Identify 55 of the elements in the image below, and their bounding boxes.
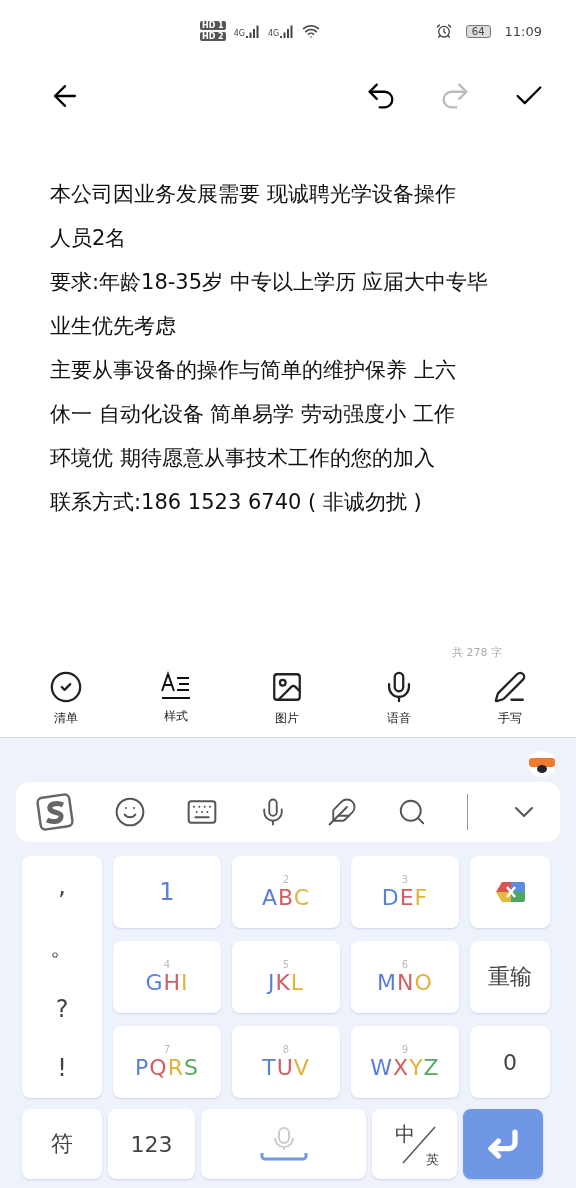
clock-time: 11:09	[504, 23, 542, 39]
note-text-line: 休一 自动化设备 简单易学 劳动强度小 工作	[50, 401, 456, 428]
note-text-line: 要求:年龄18-35岁 中专以上学历 应届大中专毕	[50, 269, 490, 296]
letter-key[interactable]: 5 JKL	[232, 941, 340, 1013]
sim-label: HD 2	[200, 32, 226, 41]
signal-icon	[246, 24, 260, 38]
image-icon	[270, 670, 304, 704]
text-style-icon	[160, 670, 193, 702]
note-text-line: 环境优 期待愿意从事技术工作的您的加入	[50, 445, 436, 472]
letter-key[interactable]: 7 PQRS	[113, 1026, 221, 1098]
letter-key[interactable]: 9 WXYZ	[351, 1026, 459, 1098]
alarm-icon	[435, 23, 452, 39]
punctuation-key[interactable]: ?	[55, 994, 69, 1023]
network-label: 4G	[268, 29, 280, 38]
punctuation-key[interactable]: 。	[50, 931, 74, 964]
note-tool-button[interactable]: 手写	[493, 670, 528, 727]
letter-key[interactable]: 8 TUV	[232, 1026, 340, 1098]
mascot-icon	[526, 748, 558, 778]
word-count: 共 278 字	[452, 645, 502, 660]
note-text-line: 业生优先考虑	[50, 313, 177, 340]
wifi-icon	[302, 22, 321, 40]
note-text-line: 人员2名	[50, 225, 128, 252]
note-tool-button[interactable]: 样式	[160, 670, 193, 727]
checklist-icon	[48, 670, 83, 704]
note-text-line: 主要从事设备的操作与简单的维护保养 上六	[50, 357, 457, 384]
note-text-line: 联系方式:186 1523 6740 ( 非诚勿扰 )	[50, 489, 423, 516]
delete-icon	[493, 880, 527, 904]
keyboard-key[interactable]: 重输	[470, 941, 550, 1013]
signal-icon	[280, 24, 295, 38]
logo-icon[interactable]	[35, 793, 74, 831]
letter-key[interactable]: 4 GHI	[113, 941, 221, 1013]
network-label: 4G	[233, 29, 245, 38]
symbols-key[interactable]: 符	[22, 1109, 102, 1179]
digit-key[interactable]: 1	[113, 856, 221, 928]
enter-key[interactable]	[463, 1109, 543, 1179]
pen-icon	[493, 670, 528, 704]
quill-icon[interactable]	[327, 797, 358, 827]
voice-space-icon	[258, 1126, 309, 1162]
numbers-key[interactable]: 123	[108, 1109, 195, 1179]
letter-key[interactable]: 3 DEF	[351, 856, 459, 928]
battery-indicator: 64	[465, 24, 491, 38]
note-tool-button[interactable]: 语音	[381, 670, 416, 727]
keyboard-key[interactable]: 0	[470, 1026, 550, 1098]
letter-key[interactable]: 2 ABC	[232, 856, 340, 928]
delete-key[interactable]	[470, 856, 550, 928]
sim-label: HD 1	[200, 21, 226, 30]
note-tool-button[interactable]: 图片	[270, 670, 304, 727]
emoji-icon[interactable]	[113, 796, 146, 828]
letter-key[interactable]: 6 MNO	[351, 941, 459, 1013]
note-tool-button[interactable]: 清单	[48, 670, 83, 727]
note-text-line: 本公司因业务发展需要 现诚聘光学设备操作	[50, 181, 457, 208]
language-switch-key[interactable]: 中 英	[372, 1109, 457, 1179]
enter-icon	[485, 1126, 521, 1162]
punctuation-key[interactable]: ,	[58, 871, 66, 900]
punctuation-key[interactable]: !	[57, 1054, 67, 1083]
